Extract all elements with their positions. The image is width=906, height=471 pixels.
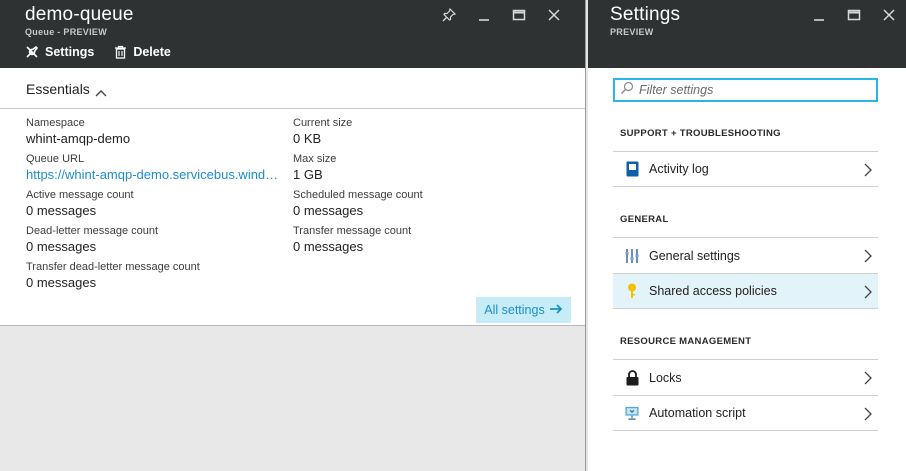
dead-letter-message-count-field: Dead-letter message count 0 messages (26, 224, 286, 260)
close-icon[interactable] (871, 6, 906, 24)
transfer-message-count-field: Transfer message count 0 messages (293, 224, 553, 260)
settings-blade-header: Settings PREVIEW (588, 0, 906, 68)
chevron-right-icon (864, 371, 872, 390)
queue-blade-header: demo-queue Queue - PREVIEW Settings Dele… (0, 0, 585, 68)
trash-icon (114, 45, 127, 59)
chevron-right-icon (864, 163, 872, 182)
field-label: Scheduled message count (293, 189, 423, 201)
filter-settings-input[interactable] (639, 83, 869, 97)
chevron-right-icon (864, 285, 872, 304)
queue-url-field: Queue URL https://whint-amqp-demo.servic… (26, 152, 286, 188)
settings-button[interactable]: Settings (25, 45, 94, 59)
activity-log-icon (625, 161, 639, 177)
blade-title: demo-queue (25, 4, 134, 25)
delete-button[interactable]: Delete (114, 45, 171, 59)
list-item-shared-access-policies[interactable]: Shared access policies (613, 273, 878, 309)
list-item-label: General settings (649, 248, 741, 263)
field-label: Namespace (26, 117, 85, 129)
current-size-field: Current size 0 KB (293, 116, 553, 152)
field-label: Queue URL (26, 153, 85, 165)
field-value[interactable]: whint-amqp-demo (26, 130, 286, 148)
field-label: Transfer message count (293, 225, 412, 237)
sliders-icon (625, 248, 639, 264)
list-item-automation-script[interactable]: Automation script (613, 395, 878, 431)
arrow-right-icon (549, 303, 563, 317)
chevron-up-icon[interactable] (95, 84, 107, 102)
window-controls (801, 6, 906, 24)
field-label: Transfer dead-letter message count (26, 261, 200, 273)
list-item-label: Shared access policies (649, 284, 777, 298)
essentials-header[interactable]: Essentials (0, 68, 585, 109)
maximize-icon[interactable] (836, 6, 871, 24)
list-item-label: Automation script (649, 406, 746, 420)
field-value: 0 KB (293, 131, 322, 146)
namespace-field: Namespace whint-amqp-demo (26, 116, 286, 152)
all-settings-button[interactable]: All settings (476, 297, 571, 323)
blade-title: Settings (610, 4, 681, 25)
minimize-icon[interactable] (466, 6, 501, 24)
list-item-locks[interactable]: Locks (613, 359, 878, 395)
queue-url-link[interactable]: https://whint-amqp-demo.servicebus.windo… (26, 166, 280, 184)
active-message-count-field: Active message count 0 messages (26, 188, 286, 224)
minimize-icon[interactable] (801, 6, 836, 24)
settings-button-label: Settings (45, 45, 95, 59)
maximize-icon[interactable] (501, 6, 536, 24)
field-value: 1 GB (293, 167, 323, 182)
list-item-label: Locks (649, 370, 682, 385)
transfer-dead-letter-count-field: Transfer dead-letter message count 0 mes… (26, 260, 286, 296)
general-list: General settings Shared access policies (613, 237, 878, 309)
field-label: Current size (293, 117, 353, 129)
key-icon (625, 283, 639, 299)
search-icon (620, 81, 634, 100)
field-label: Max size (293, 153, 337, 165)
blade-subtitle: Queue - PREVIEW (25, 27, 108, 37)
blade-empty-area (0, 325, 585, 471)
chevron-right-icon (864, 249, 872, 268)
automation-script-icon (625, 405, 639, 421)
field-label: Active message count (26, 189, 134, 201)
queue-blade: demo-queue Queue - PREVIEW Settings Dele… (0, 0, 586, 471)
max-size-field: Max size 1 GB (293, 152, 553, 188)
settings-blade: Settings PREVIEW SUPPORT + TROUBLESHOOTI… (588, 0, 906, 471)
field-label: Dead-letter message count (26, 225, 159, 237)
essentials-left-column: Namespace whint-amqp-demo Queue URL http… (26, 116, 286, 296)
wrench-icon (25, 45, 39, 59)
field-value: 0 messages (293, 239, 364, 254)
support-list: Activity log (613, 151, 878, 187)
field-value: 0 messages (26, 239, 97, 254)
list-item-activity-log[interactable]: Activity log (613, 151, 878, 187)
delete-button-label: Delete (133, 45, 171, 59)
section-title-general: GENERAL (620, 214, 669, 225)
filter-settings-field[interactable] (613, 78, 878, 102)
command-bar: Settings Delete (25, 45, 171, 59)
field-value: 0 messages (26, 275, 97, 290)
list-item-label: Activity log (649, 162, 709, 176)
field-value: 0 messages (26, 203, 97, 218)
chevron-right-icon (864, 407, 872, 426)
lock-icon (625, 369, 639, 386)
list-item-general-settings[interactable]: General settings (613, 237, 878, 273)
field-value: 0 messages (293, 203, 364, 218)
essentials-right-column: Current size 0 KB Max size 1 GB Schedule… (293, 116, 553, 260)
close-icon[interactable] (536, 6, 571, 24)
pin-icon[interactable] (431, 6, 466, 24)
all-settings-label: All settings (484, 303, 545, 317)
section-title-support: SUPPORT + TROUBLESHOOTING (620, 128, 781, 139)
blade-subtitle: PREVIEW (610, 27, 654, 37)
scheduled-message-count-field: Scheduled message count 0 messages (293, 188, 553, 224)
resource-management-list: Locks Automation script (613, 359, 878, 431)
section-title-resource-management: RESOURCE MANAGEMENT (620, 336, 752, 347)
window-controls (431, 6, 571, 24)
essentials-label: Essentials (26, 81, 90, 97)
